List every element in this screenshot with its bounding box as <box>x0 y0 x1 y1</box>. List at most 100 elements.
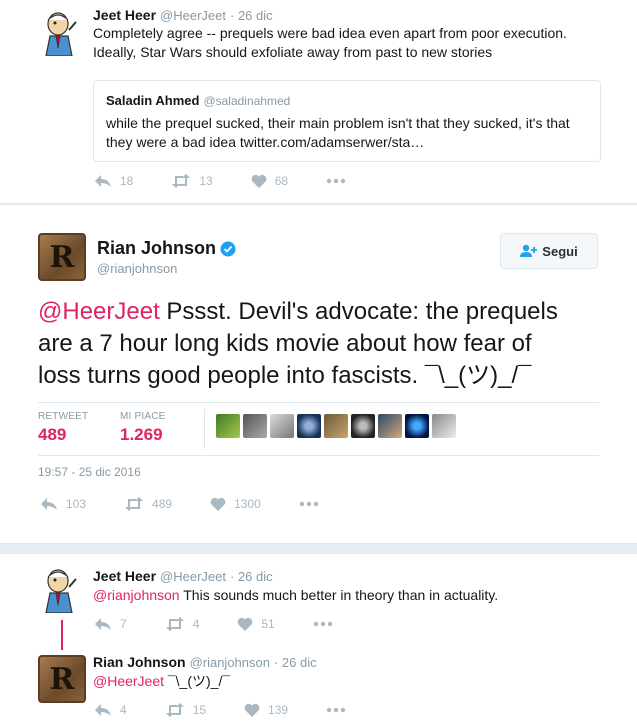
reply-icon <box>95 175 111 187</box>
tweet-timestamp[interactable]: 19:57 - 25 dic 2016 <box>38 465 141 479</box>
quote-text-line: they were a bad idea twitter.com/adamser… <box>106 134 425 150</box>
reply2-text: @HeerJeet ¯\_(ツ)_/¯ <box>93 672 230 691</box>
like-count: 68 <box>274 174 289 188</box>
retweet-stat-label: RETWEET <box>38 411 89 422</box>
liker-avatar[interactable] <box>351 414 375 438</box>
reply1-author-name[interactable]: Jeet Heer <box>93 568 156 584</box>
reply-count: 103 <box>66 497 87 511</box>
liker-avatar[interactable] <box>270 414 294 438</box>
retweet-count: 4 <box>192 617 200 631</box>
tweet-header: Jeet Heer @HeerJeet · 26 dic <box>93 7 273 25</box>
tweet-date[interactable]: · 26 dic <box>230 8 273 23</box>
main-text-line: are a 7 hour long kids movie about how f… <box>38 330 532 357</box>
cartoon-avatar-icon[interactable] <box>36 565 84 613</box>
tweet-text-line: Ideally, Star Wars should exfoliate away… <box>93 44 493 60</box>
reply2-actions: 4 15 139 <box>94 703 386 717</box>
like-count: 51 <box>261 617 275 631</box>
stats-divider <box>204 409 205 449</box>
quote-text-line: while the prequel sucked, their main pro… <box>106 115 570 131</box>
quoted-tweet[interactable]: Saladin Ahmed @saladinahmed while the pre… <box>93 80 601 162</box>
reply-button[interactable]: 18 <box>94 174 133 188</box>
quote-header: Saladin Ahmed @saladinahmed <box>106 93 588 108</box>
reply1-text: @rianjohnson This sounds much better in … <box>93 586 498 605</box>
reply-button[interactable]: 7 <box>94 617 127 631</box>
retweet-count: 13 <box>199 174 213 188</box>
retweet-icon <box>165 617 184 631</box>
like-button[interactable]: 68 <box>251 174 288 188</box>
retweet-button[interactable]: 4 <box>165 617 200 631</box>
more-button[interactable] <box>326 707 354 713</box>
reply1-actions: 7 4 51 <box>94 617 373 631</box>
retweet-stat-value: 489 <box>38 425 67 444</box>
heart-icon <box>251 174 267 188</box>
liker-avatar[interactable] <box>324 414 348 438</box>
more-button[interactable] <box>313 621 341 627</box>
retweet-icon <box>165 703 184 717</box>
likes-stat[interactable]: MI PIACE 1.269 <box>120 411 166 445</box>
heart-icon <box>210 497 226 511</box>
thread-connector <box>61 620 63 650</box>
reply-icon <box>41 498 57 510</box>
tweet-text-line: Completely agree -- prequels were bad id… <box>93 25 567 41</box>
liker-avatar[interactable] <box>297 414 321 438</box>
reply-count: 4 <box>120 703 127 717</box>
mention-link[interactable]: @HeerJeet <box>93 673 164 689</box>
tweet-stats: RETWEET 489 MI PIACE 1.269 <box>38 402 599 456</box>
verified-badge-icon <box>220 241 236 256</box>
reply2-header: Rian Johnson @rianjohnson · 26 dic <box>93 654 317 672</box>
reply2-author-name[interactable]: Rian Johnson <box>93 654 186 670</box>
liker-avatar[interactable] <box>378 414 402 438</box>
reply1-author-handle[interactable]: @HeerJeet <box>160 569 226 584</box>
like-button[interactable]: 139 <box>244 703 288 717</box>
quote-text: while the prequel sucked, their main pro… <box>106 114 588 152</box>
follow-button[interactable]: Segui <box>500 233 598 269</box>
like-count: 139 <box>268 703 289 717</box>
reply-count: 18 <box>120 174 134 188</box>
more-dots-icon <box>299 501 318 507</box>
author-handle[interactable]: @HeerJeet <box>160 8 226 23</box>
reply1-date[interactable]: · 26 dic <box>230 569 273 584</box>
main-author-name[interactable]: Rian Johnson <box>97 238 216 259</box>
reply2-author-handle[interactable]: @rianjohnson <box>190 655 270 670</box>
more-button[interactable] <box>326 178 354 184</box>
avatar-letter: R <box>49 661 75 697</box>
retweet-count: 489 <box>152 497 173 511</box>
liker-avatar[interactable] <box>432 414 456 438</box>
retweet-button[interactable]: 13 <box>171 174 213 188</box>
main-tweet-text: @HeerJeet Pssst. Devil's advocate: the p… <box>38 296 608 392</box>
reply-button[interactable]: 103 <box>40 497 86 511</box>
liker-avatar[interactable] <box>243 414 267 438</box>
heart-icon <box>238 617 253 631</box>
liker-avatar[interactable] <box>405 414 429 438</box>
retweet-button[interactable]: 489 <box>124 497 172 511</box>
like-button[interactable]: 51 <box>237 617 275 631</box>
reply2-date[interactable]: · 26 dic <box>274 655 317 670</box>
heart-icon <box>244 703 260 717</box>
reply-button[interactable]: 4 <box>94 703 127 717</box>
rian-johnson-avatar[interactable]: R <box>38 655 86 703</box>
like-button[interactable]: 1300 <box>210 497 261 511</box>
main-tweet-actions: 103 489 1300 <box>40 497 359 511</box>
main-tweet-author: Rian Johnson @rianjohnson <box>97 238 236 276</box>
likes-stat-label: MI PIACE <box>120 411 166 422</box>
liker-avatar[interactable] <box>216 414 240 438</box>
retweet-stat[interactable]: RETWEET 489 <box>38 411 88 445</box>
mention-link[interactable]: @rianjohnson <box>93 587 180 603</box>
reply2-text-fragment: ¯\_(ツ)_/¯ <box>164 673 231 689</box>
more-dots-icon <box>313 621 332 627</box>
more-button[interactable] <box>299 501 327 507</box>
cartoon-avatar-icon[interactable] <box>36 8 84 56</box>
author-name[interactable]: Jeet Heer <box>93 7 156 23</box>
mention-link[interactable]: @HeerJeet <box>38 298 160 325</box>
tweet-actions: 18 13 68 <box>94 174 386 188</box>
retweet-button[interactable]: 15 <box>165 703 206 717</box>
tweet-jeet-heer-1: Jeet Heer @HeerJeet · 26 dic Completely ag… <box>0 0 637 204</box>
retweet-icon <box>172 174 191 188</box>
rian-johnson-avatar[interactable]: R <box>38 233 86 281</box>
follow-label: Segui <box>542 243 578 259</box>
reply1-header: Jeet Heer @HeerJeet · 26 dic <box>93 568 273 586</box>
quote-author-name: Saladin Ahmed <box>106 93 200 108</box>
retweet-icon <box>125 497 144 511</box>
main-author-handle[interactable]: @rianjohnson <box>97 261 236 276</box>
quote-author-handle: @saladinahmed <box>203 94 291 108</box>
